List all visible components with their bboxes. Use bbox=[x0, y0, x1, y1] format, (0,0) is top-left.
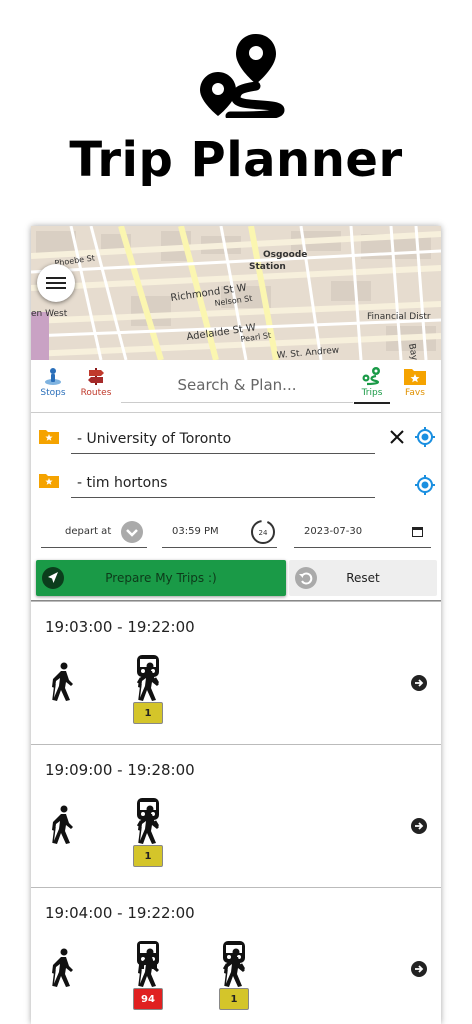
reset-button[interactable]: Reset bbox=[289, 560, 437, 596]
trip-time: 19:03:00 - 19:22:00 bbox=[45, 618, 195, 636]
route-logo-icon bbox=[200, 34, 285, 118]
arrow-right-icon[interactable] bbox=[411, 675, 427, 691]
active-tab-indicator bbox=[354, 402, 390, 404]
app-title: Trip Planner bbox=[69, 132, 403, 188]
hamburger-icon bbox=[46, 274, 66, 292]
svg-text:24: 24 bbox=[259, 529, 268, 537]
arrow-right-icon[interactable] bbox=[411, 961, 427, 977]
walk-icon bbox=[49, 662, 75, 706]
trip-time: 19:04:00 - 19:22:00 bbox=[45, 904, 195, 922]
tab-trips[interactable]: Trips bbox=[354, 366, 390, 398]
locate-icon[interactable] bbox=[414, 426, 436, 448]
walk-icon bbox=[221, 948, 247, 992]
tab-routes[interactable]: Routes bbox=[79, 366, 113, 398]
favorite-folder-icon bbox=[404, 369, 426, 385]
planner-panel: Stops Routes Search & Plan... Trips Favs… bbox=[31, 360, 441, 1024]
walk-icon bbox=[135, 948, 161, 992]
chevron-down-icon bbox=[121, 521, 143, 543]
map-label: en West bbox=[31, 309, 68, 319]
date-input[interactable]: 2023-07-30 bbox=[294, 516, 431, 548]
tab-favs[interactable]: Favs bbox=[401, 366, 429, 398]
destination-input[interactable]: - tim hortons bbox=[71, 468, 375, 498]
origin-row: - University of Toronto bbox=[31, 420, 441, 458]
phone-frame: Osgoode Station Richmond St W Nelson St … bbox=[31, 226, 441, 1024]
locate-icon[interactable] bbox=[414, 474, 436, 496]
trip-card[interactable]: 19:03:00 - 19:22:00 1 bbox=[31, 601, 441, 745]
tab-bar: Stops Routes Search & Plan... Trips Favs bbox=[31, 360, 441, 408]
route-icon bbox=[362, 367, 380, 386]
street-map: Osgoode Station Richmond St W Nelson St … bbox=[31, 226, 441, 360]
walk-icon bbox=[135, 662, 161, 706]
destination-row: - tim hortons bbox=[31, 464, 441, 502]
origin-input[interactable]: - University of Toronto bbox=[71, 424, 375, 454]
map-label: Station bbox=[249, 262, 286, 272]
tab-routes-label: Routes bbox=[80, 388, 112, 398]
prepare-trips-button[interactable]: Prepare My Trips :) bbox=[36, 560, 286, 596]
depart-mode-value: depart at bbox=[65, 526, 112, 537]
reset-label: Reset bbox=[346, 571, 380, 585]
clock-icon[interactable]: 24 bbox=[250, 519, 276, 545]
arrow-right-icon[interactable] bbox=[411, 818, 427, 834]
menu-button[interactable] bbox=[37, 264, 75, 302]
trip-card[interactable]: 19:09:00 - 19:28:00 1 bbox=[31, 744, 441, 888]
options-row: depart at 03:59 PM 24 2023-07-30 bbox=[31, 516, 441, 550]
date-value: 2023-07-30 bbox=[304, 526, 363, 537]
calendar-icon bbox=[412, 527, 423, 537]
time-value: 03:59 PM bbox=[172, 526, 219, 537]
time-input[interactable]: 03:59 PM 24 bbox=[162, 516, 277, 548]
trip-time: 19:09:00 - 19:28:00 bbox=[45, 761, 195, 779]
divider bbox=[31, 412, 441, 413]
map-view[interactable]: Osgoode Station Richmond St W Nelson St … bbox=[31, 226, 441, 360]
trip-card[interactable]: 19:04:00 - 19:22:00 94 1 bbox=[31, 887, 441, 1024]
favorite-folder-icon[interactable] bbox=[39, 428, 59, 444]
search-input[interactable]: Search & Plan... bbox=[121, 372, 353, 403]
walk-icon bbox=[49, 805, 75, 849]
map-label: Osgoode bbox=[263, 250, 307, 260]
clear-icon[interactable] bbox=[389, 429, 405, 445]
prepare-trips-label: Prepare My Trips :) bbox=[105, 571, 217, 585]
tab-stops[interactable]: Stops bbox=[39, 366, 67, 398]
signpost-icon bbox=[88, 368, 104, 385]
tab-favs-label: Favs bbox=[405, 388, 425, 398]
depart-mode-select[interactable]: depart at bbox=[41, 516, 147, 548]
map-label: Financial Distr bbox=[367, 312, 431, 322]
favorite-folder-icon[interactable] bbox=[39, 472, 59, 488]
tab-stops-label: Stops bbox=[40, 388, 66, 398]
walk-icon bbox=[135, 805, 161, 849]
action-row: Prepare My Trips :) Reset bbox=[31, 560, 441, 600]
walk-icon bbox=[49, 948, 75, 992]
tab-trips-label: Trips bbox=[361, 388, 383, 398]
stops-icon bbox=[45, 368, 61, 385]
